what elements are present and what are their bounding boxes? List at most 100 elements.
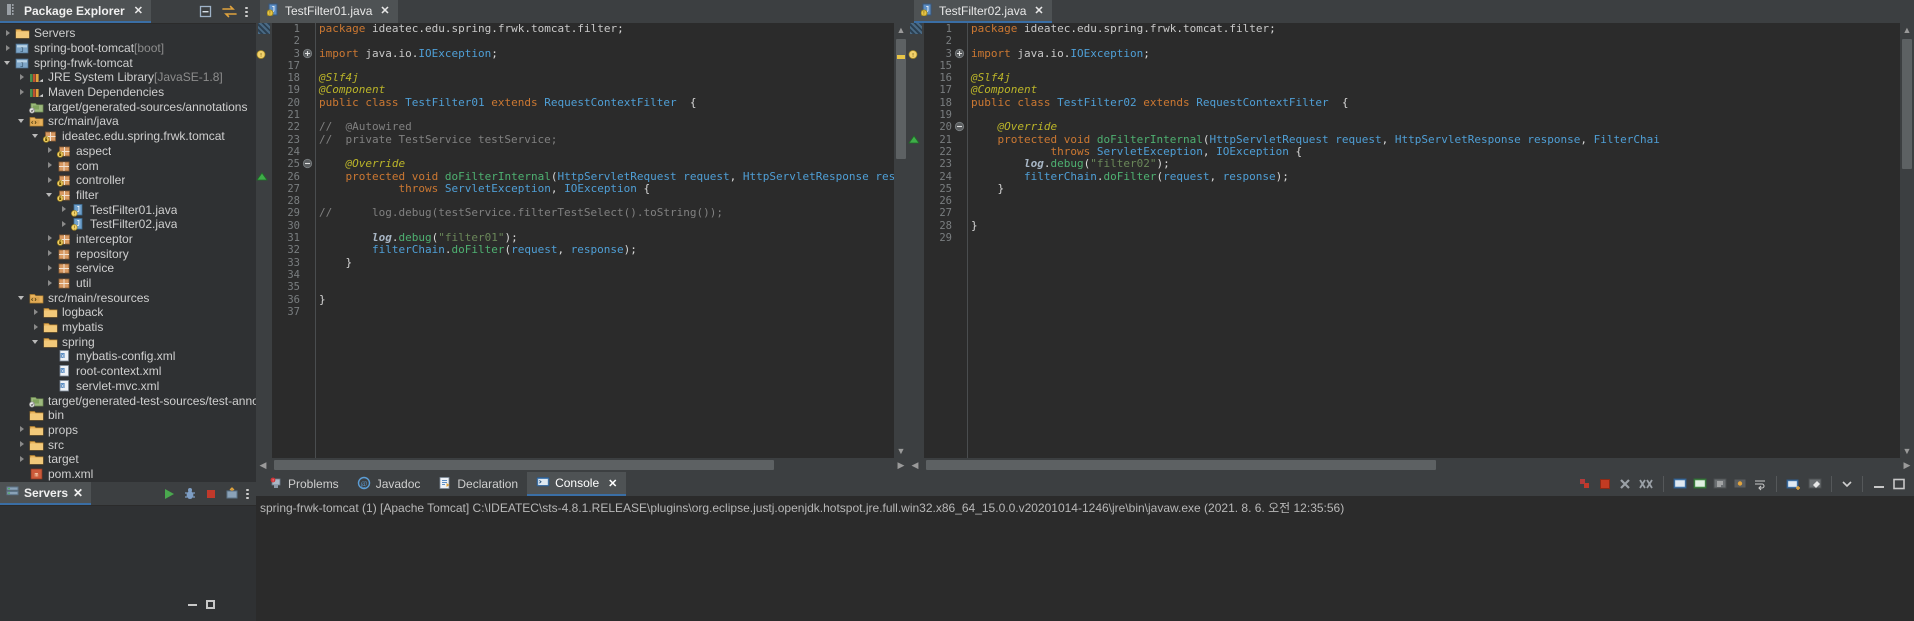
code-line[interactable] — [315, 306, 908, 318]
code-line[interactable]: } — [967, 182, 1914, 195]
editor-left-vscrollbar[interactable]: ▲ ▼ — [894, 23, 908, 458]
close-icon[interactable]: ✕ — [1034, 4, 1043, 17]
tree-item-bin[interactable]: bin — [0, 408, 256, 423]
code-line[interactable]: // log.debug(testService.filterTestSelec… — [315, 207, 908, 219]
code-line[interactable] — [315, 269, 908, 281]
code-line[interactable] — [967, 232, 1914, 244]
tree-item-ideatec-edu-spring-frwk-tomcat[interactable]: ideatec.edu.spring.frwk.tomcat — [0, 129, 256, 144]
chevron-right-icon[interactable] — [32, 323, 41, 332]
tab-declaration[interactable]: Declaration — [429, 472, 527, 496]
pin-console-icon[interactable] — [1733, 477, 1747, 491]
tab-testfilter01-java[interactable]: J! TestFilter01.java ✕ — [260, 0, 398, 23]
word-wrap-icon[interactable] — [1753, 477, 1767, 491]
vscroll-thumb[interactable] — [1902, 39, 1912, 169]
overview-warning-mark[interactable] — [897, 55, 905, 59]
tree-item-pom-xml[interactable]: m pom.xml — [0, 467, 256, 482]
code-line[interactable] — [967, 60, 1914, 72]
editor-left-code[interactable]: package ideatec.edu.spring.frwk.tomcat.f… — [315, 23, 908, 458]
chevron-down-icon[interactable] — [32, 337, 41, 346]
scroll-down-icon[interactable]: ▼ — [894, 444, 908, 458]
editor-left-main[interactable]: ! 1 2 3 17 18 19 20 21 22 23 24 25 26 27 28 29 30 31 32 33 3… — [256, 23, 908, 458]
view-menu-icon[interactable] — [245, 5, 248, 19]
tree-item-filter[interactable]: filter — [0, 188, 256, 203]
chevron-right-icon[interactable] — [46, 161, 55, 170]
editor-left-hscrollbar[interactable]: ◀ ▶ — [256, 458, 908, 472]
tree-item-target-generated-test-sources-test-annotations[interactable]: target/generated-test-sources/test-annot… — [0, 393, 256, 408]
collapse-all-icon[interactable] — [199, 5, 213, 19]
tree-item-com[interactable]: com — [0, 158, 256, 173]
tab-problems[interactable]: ! Problems — [260, 472, 348, 496]
minimize-icon[interactable] — [188, 603, 197, 606]
tree-item-target[interactable]: target — [0, 452, 256, 467]
tree-item-aspect[interactable]: aspect — [0, 144, 256, 159]
terminate-all-icon[interactable] — [1578, 477, 1592, 491]
chevron-down-icon[interactable] — [4, 58, 13, 67]
editor-right-folding-ruler[interactable] — [954, 23, 967, 458]
chevron-right-icon[interactable] — [46, 234, 55, 243]
remove-launch-icon[interactable] — [1618, 477, 1632, 491]
close-icon[interactable]: ✕ — [73, 486, 83, 500]
editor-left-folding-ruler[interactable] — [302, 23, 315, 458]
hscroll-thumb[interactable] — [274, 460, 774, 470]
chevron-right-icon[interactable] — [60, 205, 69, 214]
code-line[interactable]: throws ServletException, IOException { — [315, 182, 908, 195]
chevron-down-icon[interactable] — [18, 293, 27, 302]
chevron-right-icon[interactable] — [46, 146, 55, 155]
tree-item-root-context-xml[interactable]: x root-context.xml — [0, 364, 256, 379]
tree-item-target-generated-sources-annotations[interactable]: target/generated-sources/annotations — [0, 99, 256, 114]
code-line[interactable] — [967, 207, 1914, 219]
tree-item-interceptor[interactable]: interceptor — [0, 232, 256, 247]
collapse-fold-icon[interactable] — [302, 158, 315, 170]
tree-item-props[interactable]: props — [0, 423, 256, 438]
chevron-down-icon[interactable] — [46, 190, 55, 199]
code-line[interactable]: filterChain.doFilter(request, response); — [967, 170, 1914, 183]
tab-package-explorer[interactable]: Package Explorer ✕ — [0, 0, 151, 23]
hscroll-track[interactable] — [922, 458, 1900, 472]
code-line[interactable]: public class TestFilter02 extends Reques… — [967, 96, 1914, 109]
tree-item-testfilter02-java[interactable]: J! TestFilter02.java — [0, 217, 256, 232]
code-line[interactable] — [967, 195, 1914, 207]
tree-item-controller[interactable]: controller — [0, 173, 256, 188]
editor-right-annotation-ruler[interactable]: ! — [908, 23, 924, 458]
tree-item-maven-dependencies[interactable]: Maven Dependencies — [0, 85, 256, 100]
debug-icon[interactable] — [183, 487, 197, 501]
chevron-right-icon[interactable] — [46, 279, 55, 288]
scroll-left-icon[interactable]: ◀ — [256, 458, 270, 472]
chevron-right-icon[interactable] — [18, 455, 27, 464]
stop-icon[interactable] — [1598, 477, 1612, 491]
close-icon[interactable]: ✕ — [380, 4, 389, 17]
scroll-up-icon[interactable]: ▲ — [1900, 23, 1914, 37]
chevron-right-icon[interactable] — [46, 249, 55, 258]
close-icon[interactable]: ✕ — [608, 477, 617, 490]
tree-item-src-main-java[interactable]: src/main/java — [0, 114, 256, 129]
hscroll-track[interactable] — [270, 458, 894, 472]
editor-right-code[interactable]: package ideatec.edu.spring.frwk.tomcat.f… — [967, 23, 1914, 458]
scroll-up-icon[interactable]: ▲ — [894, 23, 908, 37]
editor-right-vscrollbar[interactable]: ▲ ▼ — [1900, 23, 1914, 458]
code-line[interactable]: public class TestFilter01 extends Reques… — [315, 96, 908, 109]
start-icon[interactable] — [162, 487, 176, 501]
editor-right-hscrollbar[interactable]: ◀ ▶ — [908, 458, 1914, 472]
tree-item-jre-system-library[interactable]: JRE System Library [JavaSE-1.8] — [0, 70, 256, 85]
collapse-fold-icon[interactable] — [954, 121, 967, 133]
code-line[interactable]: filterChain.doFilter(request, response); — [315, 244, 908, 257]
chevron-right-icon[interactable] — [32, 308, 41, 317]
tab-servers[interactable]: Servers ✕ — [0, 482, 92, 505]
tab-console[interactable]: Console ✕ — [527, 472, 627, 496]
tree-item-testfilter01-java[interactable]: J! TestFilter01.java — [0, 202, 256, 217]
tree-item-src-main-resources[interactable]: src/main/resources — [0, 290, 256, 305]
chevron-right-icon[interactable] — [18, 73, 27, 82]
chevron-right-icon[interactable] — [18, 88, 27, 97]
tree-item-src[interactable]: src — [0, 437, 256, 452]
chevron-right-icon[interactable] — [60, 220, 69, 229]
code-line[interactable]: package ideatec.edu.spring.frwk.tomcat.f… — [967, 23, 1914, 35]
scroll-right-icon[interactable]: ▶ — [1900, 458, 1914, 472]
chevron-right-icon[interactable] — [46, 264, 55, 273]
chevron-right-icon[interactable] — [4, 44, 13, 53]
stop-icon[interactable] — [204, 487, 218, 501]
maximize-icon[interactable] — [1892, 477, 1906, 491]
publish-icon[interactable] — [225, 486, 239, 501]
code-line[interactable]: package ideatec.edu.spring.frwk.tomcat.f… — [315, 23, 908, 35]
editor-left-annotation-ruler[interactable]: ! — [256, 23, 272, 458]
maximize-icon[interactable] — [206, 600, 215, 609]
